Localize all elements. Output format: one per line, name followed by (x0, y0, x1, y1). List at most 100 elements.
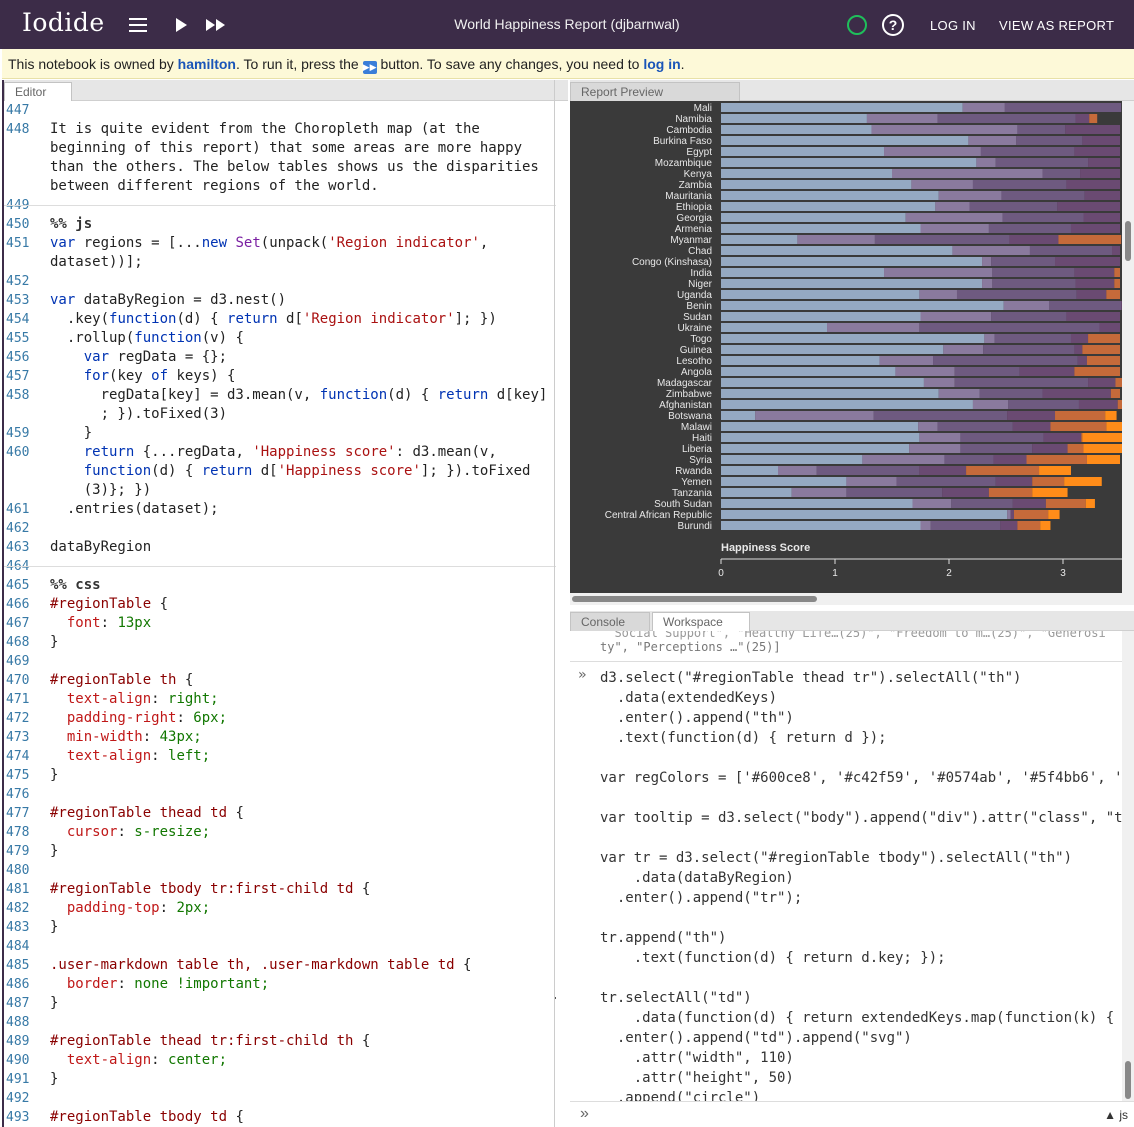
bar-segment[interactable] (791, 488, 847, 497)
bar-segment[interactable] (1042, 389, 1111, 398)
bar-segment[interactable] (1084, 191, 1120, 200)
bar-segment[interactable] (1010, 510, 1014, 519)
bar-segment[interactable] (862, 455, 945, 464)
code-line[interactable]: 463 dataByRegion (4, 538, 556, 557)
code-line[interactable]: 476 (4, 785, 556, 804)
bar-segment[interactable] (919, 323, 1100, 332)
bar-segment[interactable] (721, 268, 885, 277)
code-line[interactable]: between different regions of the world. (4, 177, 556, 196)
bar-segment[interactable] (721, 411, 756, 420)
bar-segment[interactable] (721, 103, 963, 112)
code-line[interactable]: 493 #regionTable tbody td { (4, 1108, 556, 1127)
bar-segment[interactable] (920, 312, 992, 321)
code-line[interactable]: function(d) { return d['Happiness score'… (4, 462, 556, 481)
bar-segment[interactable] (938, 389, 980, 398)
bar-segment[interactable] (1074, 367, 1120, 376)
bar-segment[interactable] (962, 103, 1005, 112)
code-line[interactable]: 486 border: none !important; (4, 975, 556, 994)
bar-segment[interactable] (960, 433, 1044, 442)
menu-icon[interactable] (125, 13, 151, 37)
bar-segment[interactable] (1070, 224, 1120, 233)
tab-console[interactable]: Console (570, 612, 650, 631)
code-line[interactable]: 492 (4, 1089, 556, 1108)
bar-segment[interactable] (892, 169, 1043, 178)
bar-segment[interactable] (721, 422, 919, 431)
bar-segment[interactable] (1070, 334, 1089, 343)
bar-segment[interactable] (995, 477, 1033, 486)
code-line[interactable]: 491} (4, 1070, 556, 1089)
bar-segment[interactable] (721, 466, 778, 475)
bar-segment[interactable] (982, 257, 992, 266)
bar-segment[interactable] (721, 301, 1004, 310)
bar-segment[interactable] (1043, 433, 1082, 442)
code-line[interactable]: dataset))]; (4, 253, 556, 272)
code-line[interactable]: (3)}; }) (4, 481, 556, 500)
scroll-thumb[interactable] (572, 596, 817, 602)
help-icon[interactable]: ? (882, 14, 904, 36)
bar-segment[interactable] (1002, 213, 1084, 222)
language-selector[interactable]: ▲ js (1104, 1108, 1128, 1122)
bar-segment[interactable] (866, 114, 938, 123)
code-line[interactable]: 459 } (4, 424, 556, 443)
bar-segment[interactable] (1077, 356, 1087, 365)
code-line[interactable]: 475} (4, 766, 556, 785)
login-link[interactable]: log in (643, 56, 680, 72)
bar-segment[interactable] (969, 202, 1058, 211)
bar-segment[interactable] (988, 224, 1071, 233)
bar-segment[interactable] (923, 378, 955, 387)
bar-segment[interactable] (1106, 290, 1120, 299)
notebook-title[interactable]: World Happiness Report (djbarnwal) (454, 16, 679, 32)
bar-segment[interactable] (920, 521, 931, 530)
bar-segment[interactable] (721, 488, 792, 497)
bar-segment[interactable] (937, 114, 1076, 123)
code-line[interactable]: 468} (4, 633, 556, 652)
bar-segment[interactable] (896, 477, 996, 486)
code-line[interactable]: 460 return {...regData, 'Happiness score… (4, 443, 556, 462)
bar-segment[interactable] (721, 257, 983, 266)
app-logo[interactable]: Iodide (22, 8, 105, 37)
bar-segment[interactable] (778, 466, 817, 475)
bar-segment[interactable] (755, 411, 874, 420)
bar-segment[interactable] (1076, 290, 1107, 299)
bar-segment[interactable] (1089, 114, 1098, 123)
bar-segment[interactable] (911, 180, 973, 189)
bar-segment[interactable] (1013, 510, 1049, 519)
bar-segment[interactable] (721, 180, 912, 189)
bar-segment[interactable] (1039, 466, 1071, 475)
bar-segment[interactable] (1083, 213, 1120, 222)
code-line[interactable]: 461 .entries(dataset); (4, 500, 556, 519)
bar-segment[interactable] (938, 191, 1002, 200)
bar-segment[interactable] (721, 455, 863, 464)
bar-segment[interactable] (968, 136, 1017, 145)
bar-segment[interactable] (816, 466, 920, 475)
bar-segment[interactable] (992, 268, 1075, 277)
bar-segment[interactable] (874, 235, 1010, 244)
bar-segment[interactable] (942, 488, 989, 497)
code-line[interactable]: 489 #regionTable thead tr:first-child th … (4, 1032, 556, 1051)
bar-segment[interactable] (1082, 345, 1120, 354)
bar-segment[interactable] (721, 169, 892, 178)
bar-segment[interactable] (920, 224, 989, 233)
bar-segment[interactable] (930, 521, 1001, 530)
bar-segment[interactable] (1085, 499, 1095, 508)
bar-segment[interactable] (1074, 147, 1120, 156)
code-line[interactable]: 457 for(key of keys) { (4, 367, 556, 386)
bar-segment[interactable] (721, 345, 944, 354)
bar-segment[interactable] (721, 235, 798, 244)
bar-segment[interactable] (721, 367, 896, 376)
preview-horizontal-scrollbar[interactable] (570, 593, 1122, 605)
bar-segment[interactable] (884, 268, 993, 277)
bar-segment[interactable] (1075, 114, 1090, 123)
bar-segment[interactable] (1064, 477, 1102, 486)
scroll-thumb[interactable] (1125, 221, 1131, 261)
bar-segment[interactable] (1088, 158, 1120, 167)
code-line[interactable]: 470 #regionTable th { (4, 671, 556, 690)
code-line[interactable]: 487} (4, 994, 556, 1013)
bar-segment[interactable] (1055, 411, 1106, 420)
code-line[interactable]: 469 (4, 652, 556, 671)
bar-segment[interactable] (1114, 268, 1120, 277)
bar-segment[interactable] (905, 213, 1003, 222)
bar-segment[interactable] (1004, 103, 1122, 112)
bar-segment[interactable] (1081, 433, 1083, 442)
bar-segment[interactable] (992, 279, 1076, 288)
